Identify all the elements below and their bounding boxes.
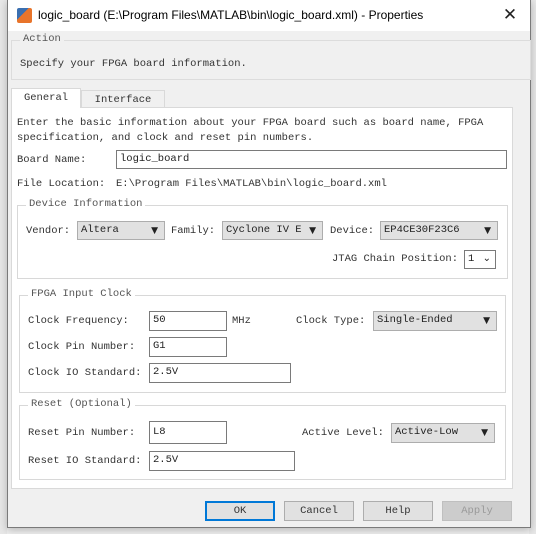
tab-general[interactable]: General xyxy=(11,88,81,108)
action-group: Action Specify your FPGA board informati… xyxy=(11,33,531,80)
title-bar: logic_board (E:\Program Files\MATLAB\bin… xyxy=(8,0,530,31)
reset-label: Reset (Optional) xyxy=(28,398,135,410)
active-level-value: Active-Low xyxy=(395,426,459,438)
board-name-label: Board Name: xyxy=(17,154,87,166)
jtag-dropdown[interactable]: 1 ⌄ xyxy=(464,250,496,269)
reset-io-label: Reset IO Standard: xyxy=(28,455,142,467)
vendor-value: Altera xyxy=(81,224,119,236)
device-value: EP4CE30F23C6 xyxy=(384,224,460,236)
file-location-label: File Location: xyxy=(17,178,106,190)
properties-dialog: logic_board (E:\Program Files\MATLAB\bin… xyxy=(7,0,531,528)
clock-type-label: Clock Type: xyxy=(296,315,366,327)
window-title: logic_board (E:\Program Files\MATLAB\bin… xyxy=(38,8,424,22)
clock-frequency-label: Clock Frequency: xyxy=(28,315,129,327)
clock-pin-input[interactable]: G1 xyxy=(149,337,227,357)
chevron-down-icon: ▼ xyxy=(151,226,158,236)
general-panel: Enter the basic information about your F… xyxy=(11,107,513,489)
active-level-label: Active Level: xyxy=(302,427,384,439)
mhz-unit: MHz xyxy=(232,315,251,327)
close-icon[interactable]: ✕ xyxy=(498,4,522,26)
file-location-value: E:\Program Files\MATLAB\bin\logic_board.… xyxy=(116,178,387,190)
reset-io-input[interactable]: 2.5V xyxy=(149,451,295,471)
matlab-icon xyxy=(17,8,32,23)
tab-interface-label: Interface xyxy=(94,94,152,106)
device-information-label: Device Information xyxy=(26,198,146,210)
background-app xyxy=(0,0,7,534)
active-level-dropdown[interactable]: Active-Low ▼ xyxy=(391,423,495,443)
chevron-down-icon: ⌄ xyxy=(482,253,491,264)
reset-group: Reset (Optional) Reset Pin Number: L8 Ac… xyxy=(19,398,506,480)
clock-type-dropdown[interactable]: Single-Ended ▼ xyxy=(373,311,497,331)
clock-type-value: Single-Ended xyxy=(377,314,453,326)
tab-interface[interactable]: Interface xyxy=(81,90,165,108)
clock-io-label: Clock IO Standard: xyxy=(28,367,142,379)
family-dropdown[interactable]: Cyclone IV E ▼ xyxy=(222,221,323,240)
device-information-group: Device Information Vendor: Altera ▼ Famil… xyxy=(17,198,508,279)
device-dropdown[interactable]: EP4CE30F23C6 ▼ xyxy=(380,221,498,240)
tab-general-label: General xyxy=(23,92,69,104)
fpga-input-clock-label: FPGA Input Clock xyxy=(28,288,135,300)
chevron-down-icon: ▼ xyxy=(483,316,490,326)
device-label: Device: xyxy=(330,225,375,237)
chevron-down-icon: ▼ xyxy=(309,226,316,236)
vendor-dropdown[interactable]: Altera ▼ xyxy=(77,221,165,240)
reset-pin-label: Reset Pin Number: xyxy=(28,427,136,439)
chevron-down-icon: ▼ xyxy=(484,226,491,236)
fpga-input-clock-group: FPGA Input Clock Clock Frequency: 50 MHz… xyxy=(19,288,506,393)
jtag-value: 1 xyxy=(468,253,475,265)
action-label: Action xyxy=(20,33,64,45)
help-button[interactable]: Help xyxy=(363,501,433,521)
vendor-label: Vendor: xyxy=(26,225,71,237)
ok-button[interactable]: OK xyxy=(205,501,275,521)
family-label: Family: xyxy=(171,225,216,237)
family-value: Cyclone IV E xyxy=(226,224,302,236)
clock-io-input[interactable]: 2.5V xyxy=(149,363,291,383)
clock-pin-label: Clock Pin Number: xyxy=(28,341,136,353)
clock-frequency-input[interactable]: 50 xyxy=(149,311,227,331)
description-text: Enter the basic information about your F… xyxy=(17,117,484,144)
chevron-down-icon: ▼ xyxy=(481,428,488,438)
cancel-button[interactable]: Cancel xyxy=(284,501,354,521)
jtag-label: JTAG Chain Position: xyxy=(332,253,459,265)
apply-button[interactable]: Apply xyxy=(442,501,512,521)
action-text: Specify your FPGA board information. xyxy=(20,58,247,70)
board-name-input[interactable]: logic_board xyxy=(116,150,507,169)
reset-pin-input[interactable]: L8 xyxy=(149,421,227,444)
